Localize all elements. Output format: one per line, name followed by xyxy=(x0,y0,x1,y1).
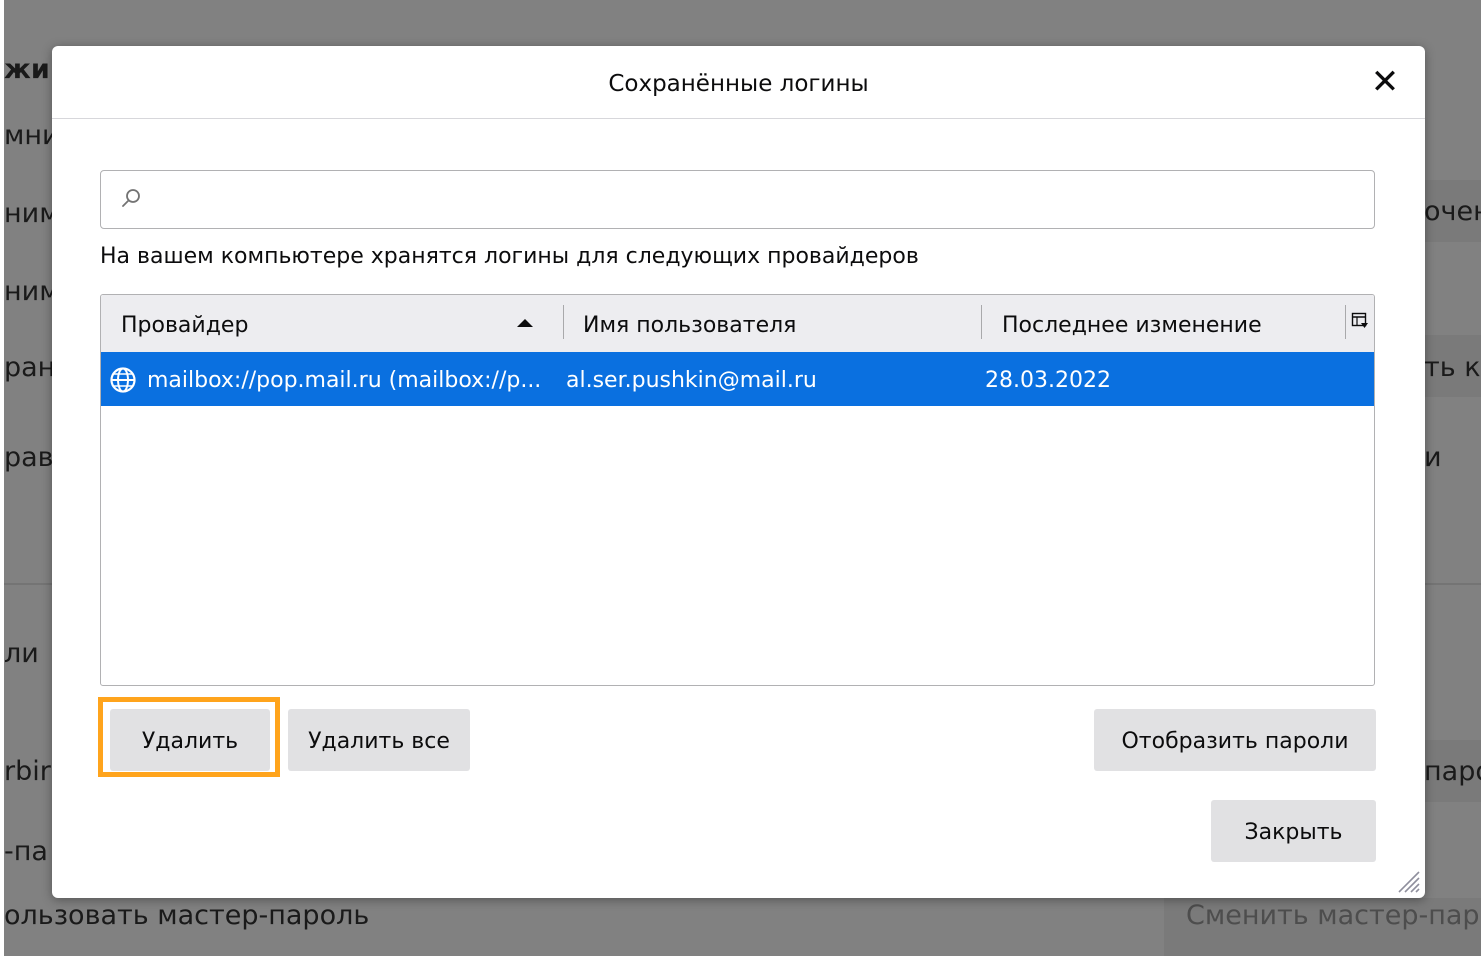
dialog-title: Сохранённые логины xyxy=(52,46,1425,119)
background-use-master-password-label: ользовать мастер-пароль xyxy=(4,900,370,931)
background-heading-fragment: жи xyxy=(4,54,50,85)
column-header-last-changed[interactable]: Последнее изменение xyxy=(1002,295,1342,352)
background-text-fragment: -па xyxy=(4,836,48,867)
delete-all-button-label: Удалить все xyxy=(308,729,450,754)
search-icon xyxy=(122,189,140,207)
column-header-provider[interactable]: Провайдер xyxy=(121,295,561,352)
column-separator xyxy=(1345,305,1346,339)
close-button[interactable]: Закрыть xyxy=(1211,800,1376,862)
logins-table: Провайдер Имя пользователя Последнее изм… xyxy=(100,294,1375,686)
show-passwords-button-label: Отобразить пароли xyxy=(1121,729,1349,754)
background-change-master-password-label: Сменить мастер-пароль xyxy=(1186,900,1481,931)
cell-username: al.ser.pushkin@mail.ru xyxy=(566,368,817,393)
logins-description: На вашем компьютере хранятся логины для … xyxy=(100,244,919,269)
column-picker-icon[interactable] xyxy=(1351,312,1369,330)
cell-last-changed: 28.03.2022 xyxy=(985,368,1111,393)
search-input[interactable] xyxy=(153,171,1357,228)
table-row[interactable]: mailbox://pop.mail.ru (mailbox://p... al… xyxy=(101,352,1374,406)
close-icon[interactable]: ✕ xyxy=(1367,65,1403,101)
column-header-username[interactable]: Имя пользователя xyxy=(583,295,973,352)
globe-icon xyxy=(110,367,136,393)
window-bottom-edge xyxy=(0,956,1481,961)
show-passwords-button[interactable]: Отобразить пароли xyxy=(1094,709,1376,771)
background-text-fragment: rbir xyxy=(4,756,51,787)
column-separator[interactable] xyxy=(981,305,982,339)
resize-grip-icon[interactable] xyxy=(1393,866,1421,894)
background-text-fragment: очен xyxy=(1424,196,1481,227)
delete-all-button[interactable]: Удалить все xyxy=(288,709,470,771)
saved-logins-dialog: Сохранённые логины ✕ На вашем компьютере… xyxy=(52,46,1425,898)
close-button-label: Закрыть xyxy=(1244,820,1343,845)
background-section-fragment: ли xyxy=(4,638,39,669)
column-header-username-label: Имя пользователя xyxy=(583,313,797,338)
cell-provider: mailbox://pop.mail.ru (mailbox://p... xyxy=(147,368,542,393)
background-text-fragment: ран xyxy=(4,352,56,383)
column-header-provider-label: Провайдер xyxy=(121,313,249,338)
column-header-last-changed-label: Последнее изменение xyxy=(1002,313,1262,338)
background-text-fragment: рав xyxy=(4,442,54,473)
background-text-fragment: и xyxy=(1424,442,1442,473)
table-header: Провайдер Имя пользователя Последнее изм… xyxy=(101,295,1374,352)
background-text-fragment: ть ку xyxy=(1424,352,1481,383)
sort-ascending-icon xyxy=(517,319,533,327)
column-separator[interactable] xyxy=(563,305,564,339)
search-field[interactable] xyxy=(100,170,1375,229)
background-text-fragment: паро xyxy=(1424,756,1481,787)
highlight-frame xyxy=(98,697,280,777)
